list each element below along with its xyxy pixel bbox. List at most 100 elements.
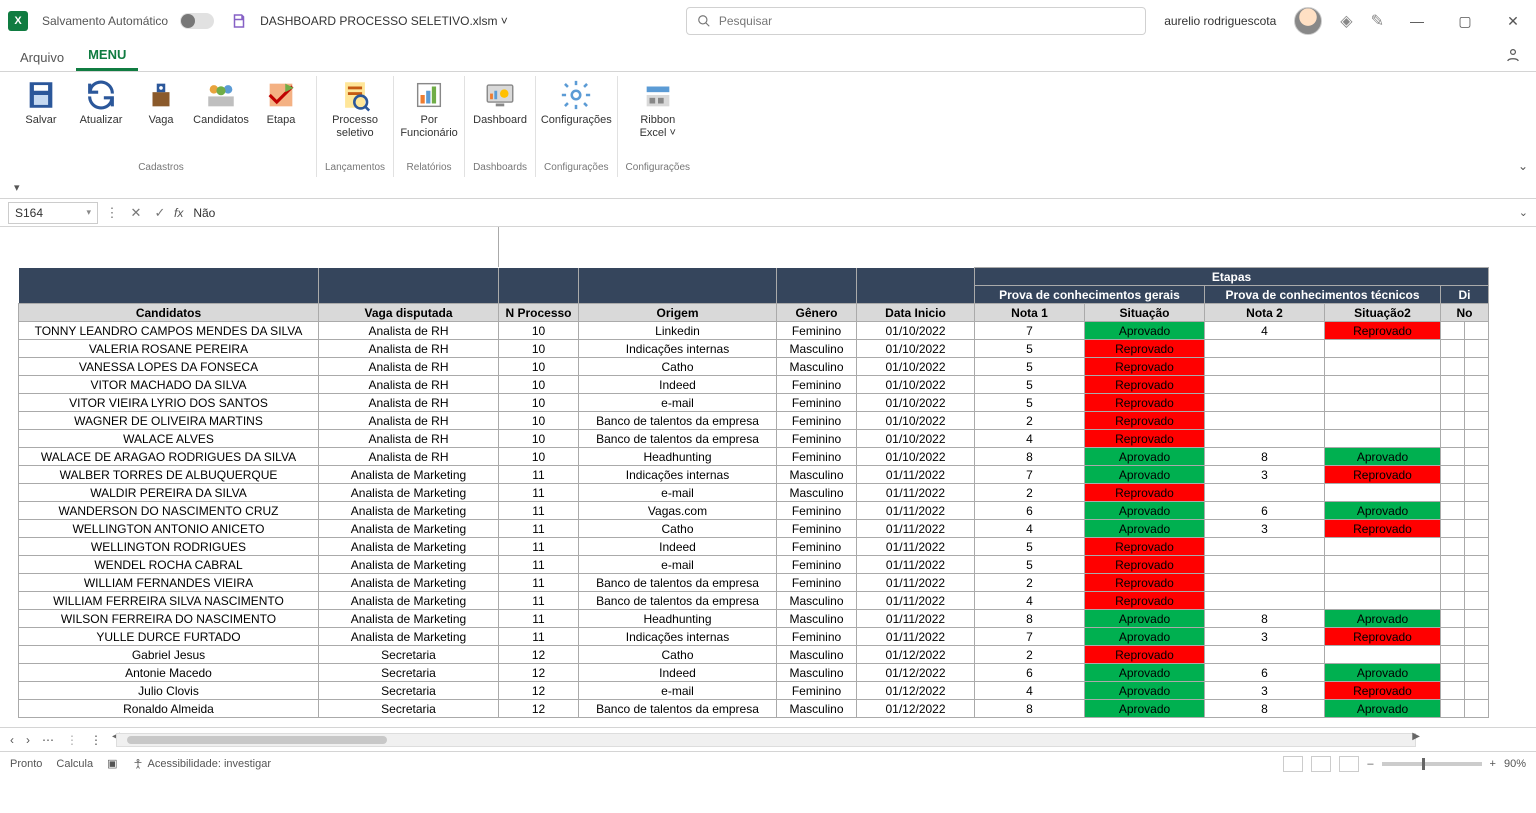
table-row[interactable]: TONNY LEANDRO CAMPOS MENDES DA SILVAAnal… bbox=[19, 322, 1489, 340]
namebox-divider: ⋮ bbox=[102, 205, 122, 221]
sheet-prev-icon[interactable]: ‹ bbox=[10, 733, 14, 747]
enter-icon[interactable]: ✓ bbox=[150, 205, 170, 221]
ribbon-candidatos[interactable]: Candidatos bbox=[194, 76, 248, 129]
filename[interactable]: DASHBOARD PROCESSO SELETIVO.xlsm ˅ bbox=[260, 14, 508, 28]
ribbon-atualizar[interactable]: Atualizar bbox=[74, 76, 128, 129]
formula-input[interactable]: Não bbox=[187, 206, 1514, 220]
table-row[interactable]: Ronaldo AlmeidaSecretaria12Banco de tale… bbox=[19, 700, 1489, 718]
table-row[interactable]: YULLE DURCE FURTADOAnalista de Marketing… bbox=[19, 628, 1489, 646]
ribbon-group-label: Configurações bbox=[626, 162, 690, 177]
ribbon: SalvarAtualizarVagaCandidatosEtapa Cadast… bbox=[0, 72, 1536, 177]
username[interactable]: aurelio rodriguescota bbox=[1164, 14, 1276, 28]
header-prova1: Prova de conhecimentos gerais bbox=[975, 286, 1205, 304]
worksheet-grid[interactable]: Etapas Prova de conhecimentos gerais Pro… bbox=[0, 227, 1536, 727]
table-row[interactable]: WILLIAM FERNANDES VIEIRAAnalista de Mark… bbox=[19, 574, 1489, 592]
table-row[interactable]: VANESSA LOPES DA FONSECAAnalista de RH10… bbox=[19, 358, 1489, 376]
header-vaga: Vaga disputada bbox=[319, 304, 499, 322]
processo-icon bbox=[338, 78, 372, 112]
zoom-level[interactable]: 90% bbox=[1504, 758, 1526, 770]
dropdown-icon[interactable]: ▾ bbox=[14, 181, 20, 194]
zoom-in-icon[interactable]: + bbox=[1490, 758, 1496, 770]
fx-icon[interactable]: fx bbox=[174, 206, 183, 220]
ribbon-dashboard[interactable]: Dashboard bbox=[473, 76, 527, 129]
table-row[interactable]: Julio ClovisSecretaria12e-mailFeminino01… bbox=[19, 682, 1489, 700]
table-row[interactable]: WALBER TORRES DE ALBUQUERQUEAnalista de … bbox=[19, 466, 1489, 484]
accessibility-icon[interactable]: Acessibilidade: investigar bbox=[132, 758, 272, 770]
maximize-button[interactable]: ▢ bbox=[1450, 13, 1480, 30]
table-row[interactable]: WELLINGTON RODRIGUESAnalista de Marketin… bbox=[19, 538, 1489, 556]
header-nota1: Nota 1 bbox=[975, 304, 1085, 322]
header-sit2: Situação2 bbox=[1325, 304, 1441, 322]
sheet-more-icon[interactable]: ⋯ bbox=[42, 733, 54, 747]
sheet-options-icon[interactable]: ⋮ bbox=[90, 733, 102, 747]
search-box[interactable]: Pesquisar bbox=[686, 7, 1146, 35]
table-row[interactable]: WALDIR PEREIRA DA SILVAAnalista de Marke… bbox=[19, 484, 1489, 502]
zoom-out-icon[interactable]: – bbox=[1367, 758, 1373, 770]
table-row[interactable]: WELLINGTON ANTONIO ANICETOAnalista de Ma… bbox=[19, 520, 1489, 538]
ribbon-etapa[interactable]: Etapa bbox=[254, 76, 308, 129]
etapa-icon bbox=[264, 78, 298, 112]
table-row[interactable]: VITOR VIEIRA LYRIO DOS SANTOSAnalista de… bbox=[19, 394, 1489, 412]
config-icon bbox=[559, 78, 593, 112]
table-row[interactable]: WILSON FERREIRA DO NASCIMENTOAnalista de… bbox=[19, 610, 1489, 628]
avatar[interactable] bbox=[1294, 7, 1322, 35]
pagebreak-view-icon[interactable] bbox=[1339, 756, 1359, 772]
table-row[interactable]: WILLIAM FERREIRA SILVA NASCIMENTOAnalist… bbox=[19, 592, 1489, 610]
ribbon-group-label: Lançamentos bbox=[325, 162, 385, 177]
table-row[interactable]: WALACE ALVESAnalista de RH10Banco de tal… bbox=[19, 430, 1489, 448]
header-etapas: Etapas bbox=[975, 268, 1489, 286]
table-row[interactable]: WENDEL ROCHA CABRALAnalista de Marketing… bbox=[19, 556, 1489, 574]
ribbon-config[interactable]: Configurações bbox=[549, 76, 603, 129]
collapse-ribbon-icon[interactable]: ⌄ bbox=[1518, 159, 1528, 173]
header-prova2: Prova de conhecimentos técnicos bbox=[1205, 286, 1441, 304]
sheet-next-icon[interactable]: › bbox=[26, 733, 30, 747]
normal-view-icon[interactable] bbox=[1283, 756, 1303, 772]
autosave-label: Salvamento Automático bbox=[42, 14, 168, 28]
table-row[interactable]: WAGNER DE OLIVEIRA MARTINSAnalista de RH… bbox=[19, 412, 1489, 430]
pagelayout-view-icon[interactable] bbox=[1311, 756, 1331, 772]
macros-icon[interactable]: ▣ bbox=[107, 757, 117, 770]
status-bar: Pronto Calcula ▣ Acessibilidade: investi… bbox=[0, 751, 1536, 775]
tab-file[interactable]: Arquivo bbox=[8, 44, 76, 71]
ribbon-salvar[interactable]: Salvar bbox=[14, 76, 68, 129]
header-genero: Gênero bbox=[777, 304, 857, 322]
ribbon-tabs: Arquivo MENU bbox=[0, 42, 1536, 72]
horizontal-scrollbar[interactable]: ◀ ▶ bbox=[116, 733, 1416, 747]
ribbon-group-label: Configurações bbox=[544, 162, 608, 177]
close-button[interactable]: ✕ bbox=[1498, 13, 1528, 30]
header-sit1: Situação bbox=[1085, 304, 1205, 322]
sheet-nav: ‹ › ⋯ ⋮ ⋮ ◀ ▶ bbox=[0, 727, 1536, 751]
porfunc-icon bbox=[412, 78, 446, 112]
status-ready: Pronto bbox=[10, 758, 42, 770]
ribbon-processo[interactable]: Processo seletivo bbox=[328, 76, 382, 141]
title-bar: X Salvamento Automático DASHBOARD PROCES… bbox=[0, 0, 1536, 42]
table-row[interactable]: VALERIA ROSANE PEREIRAAnalista de RH10In… bbox=[19, 340, 1489, 358]
quick-access: ▾ bbox=[0, 177, 1536, 199]
zoom-slider[interactable] bbox=[1382, 762, 1482, 766]
name-box[interactable]: S164▾ bbox=[8, 202, 98, 224]
share-icon[interactable] bbox=[1504, 46, 1522, 64]
diamond-icon[interactable]: ◈ bbox=[1340, 11, 1352, 31]
sheet-divider: ⋮ bbox=[66, 733, 78, 747]
ribbon-ribbonexcel[interactable]: Ribbon Excel ˅ bbox=[631, 76, 685, 141]
pencil-icon[interactable]: ✎ bbox=[1371, 11, 1384, 31]
header-processo: N Processo bbox=[499, 304, 579, 322]
ribbon-vaga[interactable]: Vaga bbox=[134, 76, 188, 129]
expand-formula-icon[interactable]: ⌄ bbox=[1519, 206, 1528, 219]
table-row[interactable]: WALACE DE ARAGAO RODRIGUES DA SILVAAnali… bbox=[19, 448, 1489, 466]
autosave-toggle[interactable] bbox=[180, 13, 214, 29]
search-placeholder: Pesquisar bbox=[719, 14, 772, 28]
ribbon-group-label: Cadastros bbox=[138, 162, 184, 177]
table-row[interactable]: WANDERSON DO NASCIMENTO CRUZAnalista de … bbox=[19, 502, 1489, 520]
tab-menu[interactable]: MENU bbox=[76, 41, 138, 71]
dashboard-icon bbox=[483, 78, 517, 112]
ribbon-porfunc[interactable]: Por Funcionário bbox=[402, 76, 456, 141]
minimize-button[interactable]: — bbox=[1402, 13, 1432, 29]
ribbon-group-label: Relatórios bbox=[407, 162, 452, 177]
table-row[interactable]: VITOR MACHADO DA SILVAAnalista de RH10In… bbox=[19, 376, 1489, 394]
cancel-icon[interactable]: ✕ bbox=[126, 205, 146, 221]
table-row[interactable]: Antonie MacedoSecretaria12IndeedMasculin… bbox=[19, 664, 1489, 682]
save-icon[interactable] bbox=[230, 12, 248, 30]
table-row[interactable]: Gabriel JesusSecretaria12CathoMasculino0… bbox=[19, 646, 1489, 664]
atualizar-icon bbox=[84, 78, 118, 112]
